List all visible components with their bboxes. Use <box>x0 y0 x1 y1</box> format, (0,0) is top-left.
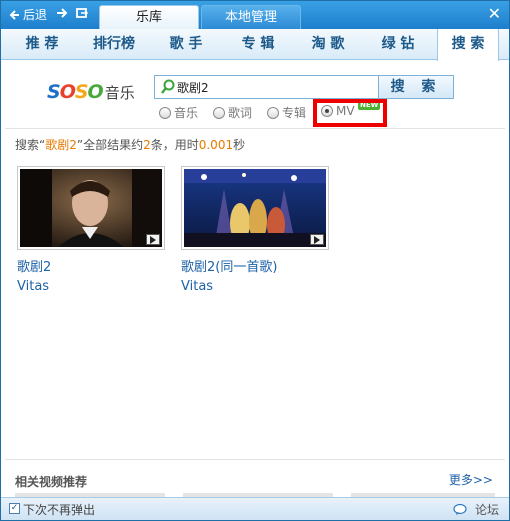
close-button[interactable]: ✕ <box>488 4 501 23</box>
nav-item-charts[interactable]: 排行榜 <box>83 29 145 60</box>
result-artist[interactable]: Vitas <box>17 279 167 294</box>
result-title[interactable]: 歌剧2 <box>17 256 167 275</box>
dont-show-again-checkbox[interactable]: ✓ <box>9 503 20 514</box>
result-artist[interactable]: Vitas <box>181 279 331 294</box>
chat-bubble-icon <box>453 503 467 515</box>
thumbnail-image <box>20 169 162 247</box>
search-input[interactable] <box>177 77 372 97</box>
search-box <box>154 75 379 99</box>
nav-item-search[interactable]: 搜 索 <box>437 29 499 61</box>
summary-prefix: 搜索“ <box>15 138 46 152</box>
search-summary: 搜索“歌剧2”全部结果约2条，用时0.001秒 <box>15 136 245 153</box>
radio-album[interactable]: 专辑 <box>267 104 306 121</box>
radio-circle <box>159 106 171 119</box>
play-icon <box>146 234 160 245</box>
refresh-icon <box>76 8 89 18</box>
back-arrow-icon <box>9 10 19 20</box>
nav-item-green-diamond[interactable]: 绿 钻 <box>367 29 429 60</box>
summary-middle: ”全部结果约 <box>76 138 144 152</box>
tab-library[interactable]: 乐库 <box>99 5 199 29</box>
divider <box>5 128 505 129</box>
search-button[interactable]: 搜 索 <box>378 75 454 99</box>
dont-show-again-label: 下次不再弹出 <box>23 503 96 517</box>
video-thumbnail[interactable] <box>181 166 329 250</box>
divider <box>5 459 505 460</box>
logo-soso: SOSO <box>47 81 104 103</box>
soso-music-logo: SOSO 音乐 <box>47 81 135 103</box>
nav-item-artists[interactable]: 歌 手 <box>155 29 217 60</box>
nav-item-recommend[interactable]: 推 荐 <box>11 29 73 60</box>
video-thumbnail[interactable] <box>17 166 165 250</box>
nav-item-discover[interactable]: 淘 歌 <box>297 29 359 60</box>
refresh-button[interactable] <box>75 6 89 24</box>
tab-local-management[interactable]: 本地管理 <box>201 5 301 29</box>
forward-button[interactable] <box>55 6 69 24</box>
status-bar: ✓ 下次不再弹出 论坛 <box>1 497 509 520</box>
summary-after-count: 条，用时 <box>150 138 199 152</box>
highlight-box <box>313 99 387 127</box>
thumbnail-image <box>184 169 326 247</box>
radio-circle <box>213 106 225 119</box>
logo-suffix: 音乐 <box>104 84 135 102</box>
summary-time: 0.001 <box>198 138 234 152</box>
summary-count: 2 <box>143 138 151 152</box>
result-item: 歌剧2 Vitas <box>17 166 167 294</box>
result-title[interactable]: 歌剧2(同一首歌) <box>181 256 331 275</box>
play-icon <box>310 234 324 245</box>
radio-lyrics-label: 歌词 <box>228 106 253 120</box>
radio-music[interactable]: 音乐 <box>159 104 198 121</box>
category-nav: 推 荐 排行榜 歌 手 专 辑 淘 歌 绿 钻 搜 索 <box>1 29 509 61</box>
radio-lyrics[interactable]: 歌词 <box>213 104 252 121</box>
forum-link[interactable]: 论坛 <box>453 501 499 518</box>
forward-arrow-icon <box>57 8 68 18</box>
summary-suffix: 秒 <box>233 138 246 152</box>
back-button[interactable]: 后退 <box>9 6 47 24</box>
result-item: 歌剧2(同一首歌) Vitas <box>181 166 331 294</box>
search-icon <box>161 79 175 94</box>
radio-circle <box>267 106 279 119</box>
nav-item-albums[interactable]: 专 辑 <box>227 29 289 60</box>
radio-music-label: 音乐 <box>174 106 199 120</box>
title-bar: 后退 乐库 本地管理 ✕ <box>1 1 509 29</box>
back-label: 后退 <box>23 8 48 22</box>
summary-keyword: 歌剧2 <box>45 138 77 152</box>
forum-label: 论坛 <box>474 503 499 517</box>
music-window: 后退 乐库 本地管理 ✕ 推 荐 排行榜 歌 手 专 辑 淘 歌 绿 钻 搜 索… <box>0 0 510 521</box>
more-link[interactable]: 更多>> <box>449 471 493 488</box>
radio-album-label: 专辑 <box>282 106 307 120</box>
related-videos-title: 相关视频推荐 <box>15 475 88 489</box>
